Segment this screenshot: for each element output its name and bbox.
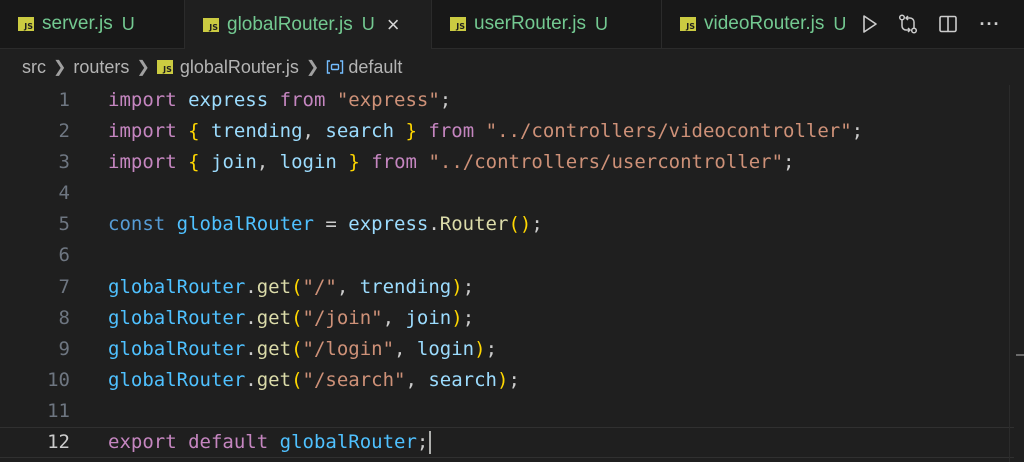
tab-label: server.js	[42, 13, 113, 34]
javascript-file-icon: JS	[680, 17, 696, 31]
code-text: globalRouter.get("/search", search);	[108, 369, 520, 391]
untracked-status-badge: U	[833, 13, 847, 34]
breadcrumb-folder-src[interactable]: src	[22, 57, 46, 78]
code-text: import { join, login } from "../controll…	[108, 151, 795, 173]
code-line: 9 globalRouter.get("/login", login);	[0, 334, 1014, 365]
code-text: import { trending, search } from "../con…	[108, 120, 864, 142]
line-number: 1	[58, 89, 70, 111]
code-line: 2 import { trending, search } from "../c…	[0, 116, 1014, 147]
code-line: 4	[0, 178, 1014, 209]
line-number-active: 12	[47, 431, 70, 453]
untracked-status-badge: U	[594, 13, 608, 34]
tab-label: videoRouter.js	[704, 13, 825, 34]
tab-globalrouter-js[interactable]: JS globalRouter.js U ×	[185, 0, 432, 49]
code-line: 10 globalRouter.get("/search", search);	[0, 365, 1014, 396]
code-line: 5 const globalRouter = express.Router();	[0, 209, 1014, 240]
code-line: 3 import { join, login } from "../contro…	[0, 147, 1014, 178]
line-number: 7	[58, 276, 70, 298]
chevron-right-icon: ❯	[53, 59, 67, 76]
line-number: 3	[58, 151, 70, 173]
run-icon[interactable]	[858, 12, 882, 36]
code-line: 7 globalRouter.get("/", trending);	[0, 272, 1014, 303]
chevron-right-icon: ❯	[305, 59, 320, 76]
javascript-file-icon: JS	[450, 17, 466, 31]
line-number: 10	[47, 369, 70, 391]
javascript-file-icon: JS	[203, 17, 219, 32]
scrollbar-cursor-marker	[1016, 354, 1024, 356]
editor-actions: ···	[856, 0, 1024, 48]
code-text: globalRouter.get("/login", login);	[108, 338, 498, 360]
tab-label: userRouter.js	[474, 13, 586, 34]
javascript-file-icon: JS	[18, 17, 34, 31]
text-cursor	[429, 431, 432, 454]
line-number: 5	[58, 213, 70, 235]
tab-label: globalRouter.js	[227, 13, 353, 35]
breadcrumb: src ❯ routers ❯ JS globalRouter.js ❯ def…	[0, 49, 1024, 85]
line-number: 11	[47, 400, 70, 422]
javascript-file-icon: JS	[156, 60, 173, 74]
breadcrumb-file[interactable]: globalRouter.js	[180, 57, 299, 78]
code-text: const globalRouter = express.Router();	[108, 213, 543, 235]
symbol-variable-icon	[326, 60, 344, 74]
code-line: 1 import express from "express";	[0, 85, 1014, 116]
untracked-status-badge: U	[121, 13, 135, 34]
code-text: import express from "express";	[108, 89, 452, 111]
code-line: 8 globalRouter.get("/join", join);	[0, 303, 1014, 334]
more-actions-icon[interactable]: ···	[978, 12, 1002, 36]
vertical-scrollbar[interactable]	[1009, 85, 1024, 462]
code-editor[interactable]: 1 import express from "express"; 2 impor…	[0, 85, 1024, 462]
line-number: 8	[58, 307, 70, 329]
code-text: globalRouter.get("/join", join);	[108, 307, 475, 329]
tab-userrouter-js[interactable]: JS userRouter.js U	[432, 0, 662, 48]
code-text: globalRouter.get("/", trending);	[108, 276, 475, 298]
code-line: 6	[0, 240, 1014, 271]
untracked-status-badge: U	[361, 14, 375, 34]
line-number: 6	[58, 244, 70, 266]
line-number: 4	[58, 182, 70, 204]
split-editor-icon[interactable]	[936, 12, 960, 36]
chevron-right-icon: ❯	[136, 59, 150, 76]
code-line: 11	[0, 396, 1014, 427]
code-text: export default globalRouter;	[108, 427, 432, 458]
code-line-current: 12 export default globalRouter;	[0, 427, 1014, 458]
breadcrumb-folder-routers[interactable]: routers	[73, 57, 129, 78]
tab-server-js[interactable]: JS server.js U	[0, 0, 185, 48]
editor-tab-bar: JS server.js U JS globalRouter.js U × JS…	[0, 0, 1024, 49]
line-number: 2	[58, 120, 70, 142]
close-icon[interactable]: ×	[387, 13, 400, 36]
breadcrumb-symbol[interactable]: default	[348, 57, 402, 78]
compare-changes-icon[interactable]	[896, 12, 920, 36]
line-number: 9	[58, 338, 70, 360]
